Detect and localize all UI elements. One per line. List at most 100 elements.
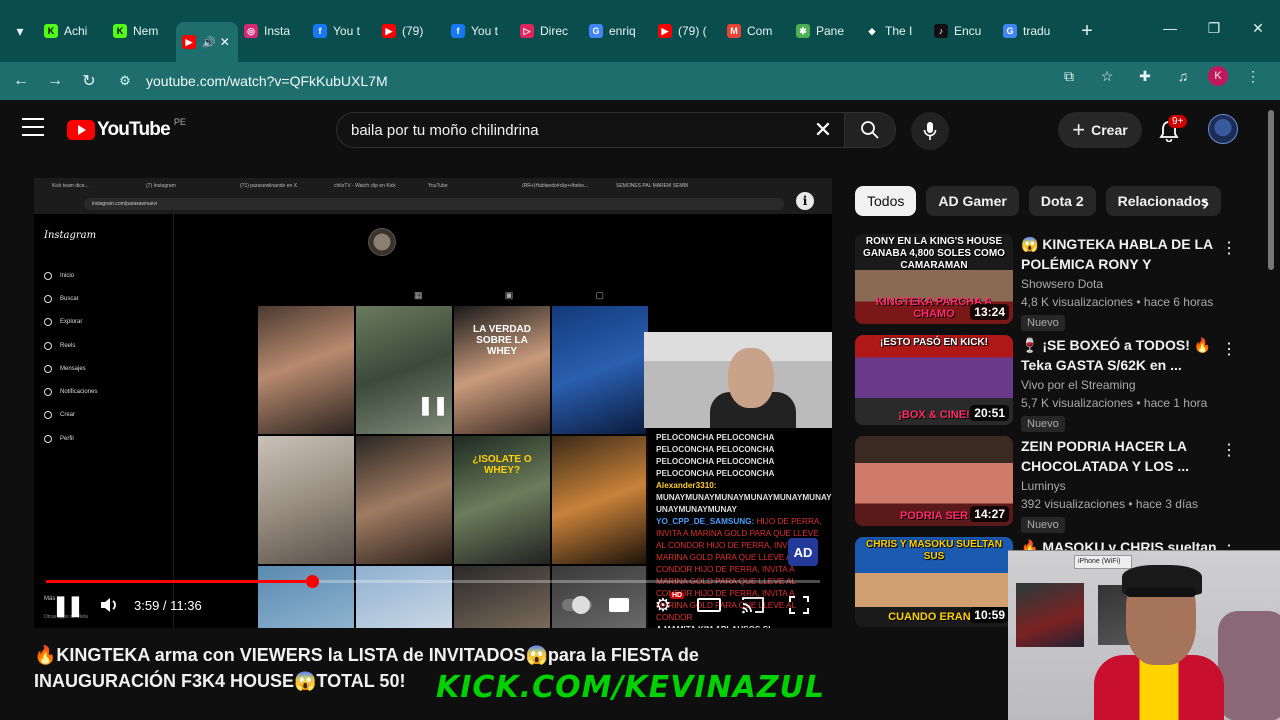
more-actions-icon[interactable]: ⋮ (1221, 339, 1237, 359)
browser-tab[interactable]: Genriq (583, 12, 652, 50)
browser-tab[interactable]: ◆ The I (859, 12, 928, 50)
browser-tab[interactable]: ♪ Encu (928, 12, 997, 50)
filter-chip[interactable]: AD Gamer (926, 186, 1019, 216)
video-thumbnail[interactable]: PODRIA SER 14:27 (855, 436, 1013, 526)
video-duration: 13:24 (970, 304, 1009, 320)
chevron-right-icon[interactable]: › (1202, 190, 1209, 216)
facebook-icon: f (313, 24, 327, 38)
theater-icon (697, 598, 721, 612)
search-button[interactable] (844, 112, 896, 148)
gmail-icon: M (727, 24, 741, 38)
recommended-video[interactable]: PODRIA SER 14:27 ZEIN PODRIA HACER LA CHOC… (855, 436, 1245, 533)
tab-title: Encu (954, 24, 982, 38)
reload-button[interactable]: ↻ (72, 64, 106, 98)
bookmark-star-icon[interactable]: ☆ (1094, 68, 1120, 85)
browser-tab[interactable]: ▷ Direc (514, 12, 583, 50)
subtitles-button[interactable] (608, 592, 630, 618)
browser-tab[interactable]: K Achi (38, 12, 107, 50)
browser-tab[interactable]: ◎ Insta (238, 12, 307, 50)
cast-button[interactable] (740, 592, 766, 618)
tab-title: You t (471, 24, 498, 38)
video-title-link[interactable]: ZEIN PODRIA HACER LA CHOCOLATADA Y LOS .… (1021, 436, 1221, 476)
more-actions-icon[interactable]: ⋮ (1221, 440, 1237, 460)
browser-tab[interactable]: f You t (445, 12, 514, 50)
browser-tab[interactable]: ▶ (79) ( (652, 12, 721, 50)
extension-icon: ✱ (796, 24, 810, 38)
nav-icon (44, 364, 52, 373)
autoplay-track (562, 596, 592, 614)
video-player[interactable]: Kick team dice... (7) Instagram (71) paras… (34, 178, 832, 628)
channel-name[interactable]: Vivo por el Streaming (1021, 378, 1221, 392)
channel-name[interactable]: Luminys (1021, 479, 1221, 493)
media-control-icon[interactable]: ♫ (1170, 68, 1196, 84)
notification-count-badge: 9+ (1168, 115, 1188, 128)
theater-mode-button[interactable] (696, 592, 722, 618)
account-avatar[interactable] (1208, 114, 1238, 144)
tab-search-button[interactable]: ▾ (2, 13, 38, 49)
recommended-video[interactable]: ¡ESTO PASÓ EN KICK! ¡BOX & CINE! 20:51 🍷 ¡S… (855, 335, 1245, 432)
create-button[interactable]: + Crear (1058, 112, 1142, 148)
inner-tab: YouTube (428, 183, 448, 189)
clear-search-icon[interactable]: ✕ (808, 114, 838, 146)
channel-name[interactable]: Showsero Dota (1021, 277, 1221, 291)
voice-search-button[interactable] (911, 112, 949, 150)
inner-tab: Kick team dice... (52, 183, 89, 189)
video-thumbnail[interactable]: RONY EN LA KING'S HOUSE GANABA 4,800 SOL… (855, 234, 1013, 324)
search-input[interactable]: baila por tu moño chilindrina (336, 112, 844, 148)
instagram-profile-tabs: ▦ ▣ ▢ (414, 290, 604, 301)
address-bar[interactable]: ⚙ youtube.com/watch?v=QFkKubUXL7M (110, 66, 1120, 96)
site-info-icon[interactable]: ⚙ (110, 73, 140, 89)
notifications-button[interactable]: 9+ (1154, 115, 1188, 146)
instagram-icon: ◎ (244, 24, 258, 38)
filter-chip[interactable]: Dota 2 (1028, 186, 1096, 216)
close-window-button[interactable]: ✕ (1236, 20, 1280, 37)
restore-button[interactable]: ❐ (1192, 20, 1236, 37)
recommended-video[interactable]: RONY EN LA KING'S HOUSE GANABA 4,800 SOL… (855, 234, 1245, 331)
browser-menu-icon[interactable]: ⋮ (1240, 68, 1266, 85)
volume-button[interactable] (98, 592, 120, 618)
fullscreen-button[interactable] (786, 592, 812, 618)
autoplay-toggle[interactable] (560, 592, 594, 618)
page-scrollbar[interactable] (1268, 110, 1274, 270)
browser-tab[interactable]: ✱ Pane (790, 12, 859, 50)
browser-tab[interactable]: K Nem (107, 12, 176, 50)
browser-tab[interactable]: ▶ (79) (376, 12, 445, 50)
minimize-button[interactable]: — (1148, 20, 1192, 37)
youtube-logo[interactable]: YouTube PE (67, 117, 186, 141)
progress-bar[interactable] (46, 575, 820, 588)
video-thumbnail[interactable]: CHRIS Y MASOKU SUELTAN SUS CUANDO ERAN 11… (855, 537, 1013, 627)
grid-icon: ▦ (414, 290, 423, 300)
browser-tab[interactable]: Gtradu (997, 12, 1066, 50)
forward-button[interactable]: → (38, 64, 72, 98)
video-title-link[interactable]: 🍷 ¡SE BOXEÓ a TODOS! 🔥 Teka GASTA S/62K … (1021, 335, 1221, 375)
new-tab-button[interactable]: + (1072, 16, 1102, 46)
guide-menu-icon[interactable] (22, 118, 44, 136)
post-thumbnail (356, 436, 452, 564)
video-duration: 10:59 (970, 607, 1009, 623)
shield-icon: ◆ (868, 25, 876, 36)
browser-tabstrip: ▾ K Achi K Nem ▶ 🔊 ✕ ◎ Insta f You t ▶ (79) f You t ▷ Di… (0, 0, 1280, 62)
tab-title: (79) (402, 24, 424, 38)
back-button[interactable]: ← (4, 64, 38, 98)
profile-avatar[interactable]: K (1208, 66, 1228, 86)
close-tab-icon[interactable]: ✕ (220, 35, 230, 49)
video-duration: 20:51 (970, 405, 1009, 421)
extensions-icon[interactable]: ✚ (1132, 68, 1158, 85)
wall-poster (1016, 583, 1084, 647)
video-stats: 4,8 K visualizaciones • hace 6 horas (1021, 295, 1214, 309)
browser-tab[interactable]: M Com (721, 12, 790, 50)
sunglasses (1126, 587, 1196, 597)
more-actions-icon[interactable]: ⋮ (1221, 238, 1237, 258)
browser-tab[interactable]: f You t (307, 12, 376, 50)
chat-username: Alexander3310: (656, 481, 717, 490)
install-app-icon[interactable]: ⧉ (1056, 68, 1082, 85)
browser-tab[interactable]: ▶ 🔊 ✕ (176, 22, 238, 62)
info-icon[interactable]: i (796, 192, 814, 210)
filter-chip[interactable]: Todos (855, 186, 917, 216)
pause-button[interactable]: ❚❚ (52, 592, 84, 618)
new-badge: Nuevo (1021, 416, 1065, 432)
hd-badge: HD (670, 592, 685, 599)
background-pillow (1218, 611, 1280, 720)
video-thumbnail[interactable]: ¡ESTO PASÓ EN KICK! ¡BOX & CINE! 20:51 (855, 335, 1013, 425)
video-title-link[interactable]: 😱 KINGTEKA HABLA DE LA POLÉMICA RONY Y M… (1021, 234, 1221, 274)
